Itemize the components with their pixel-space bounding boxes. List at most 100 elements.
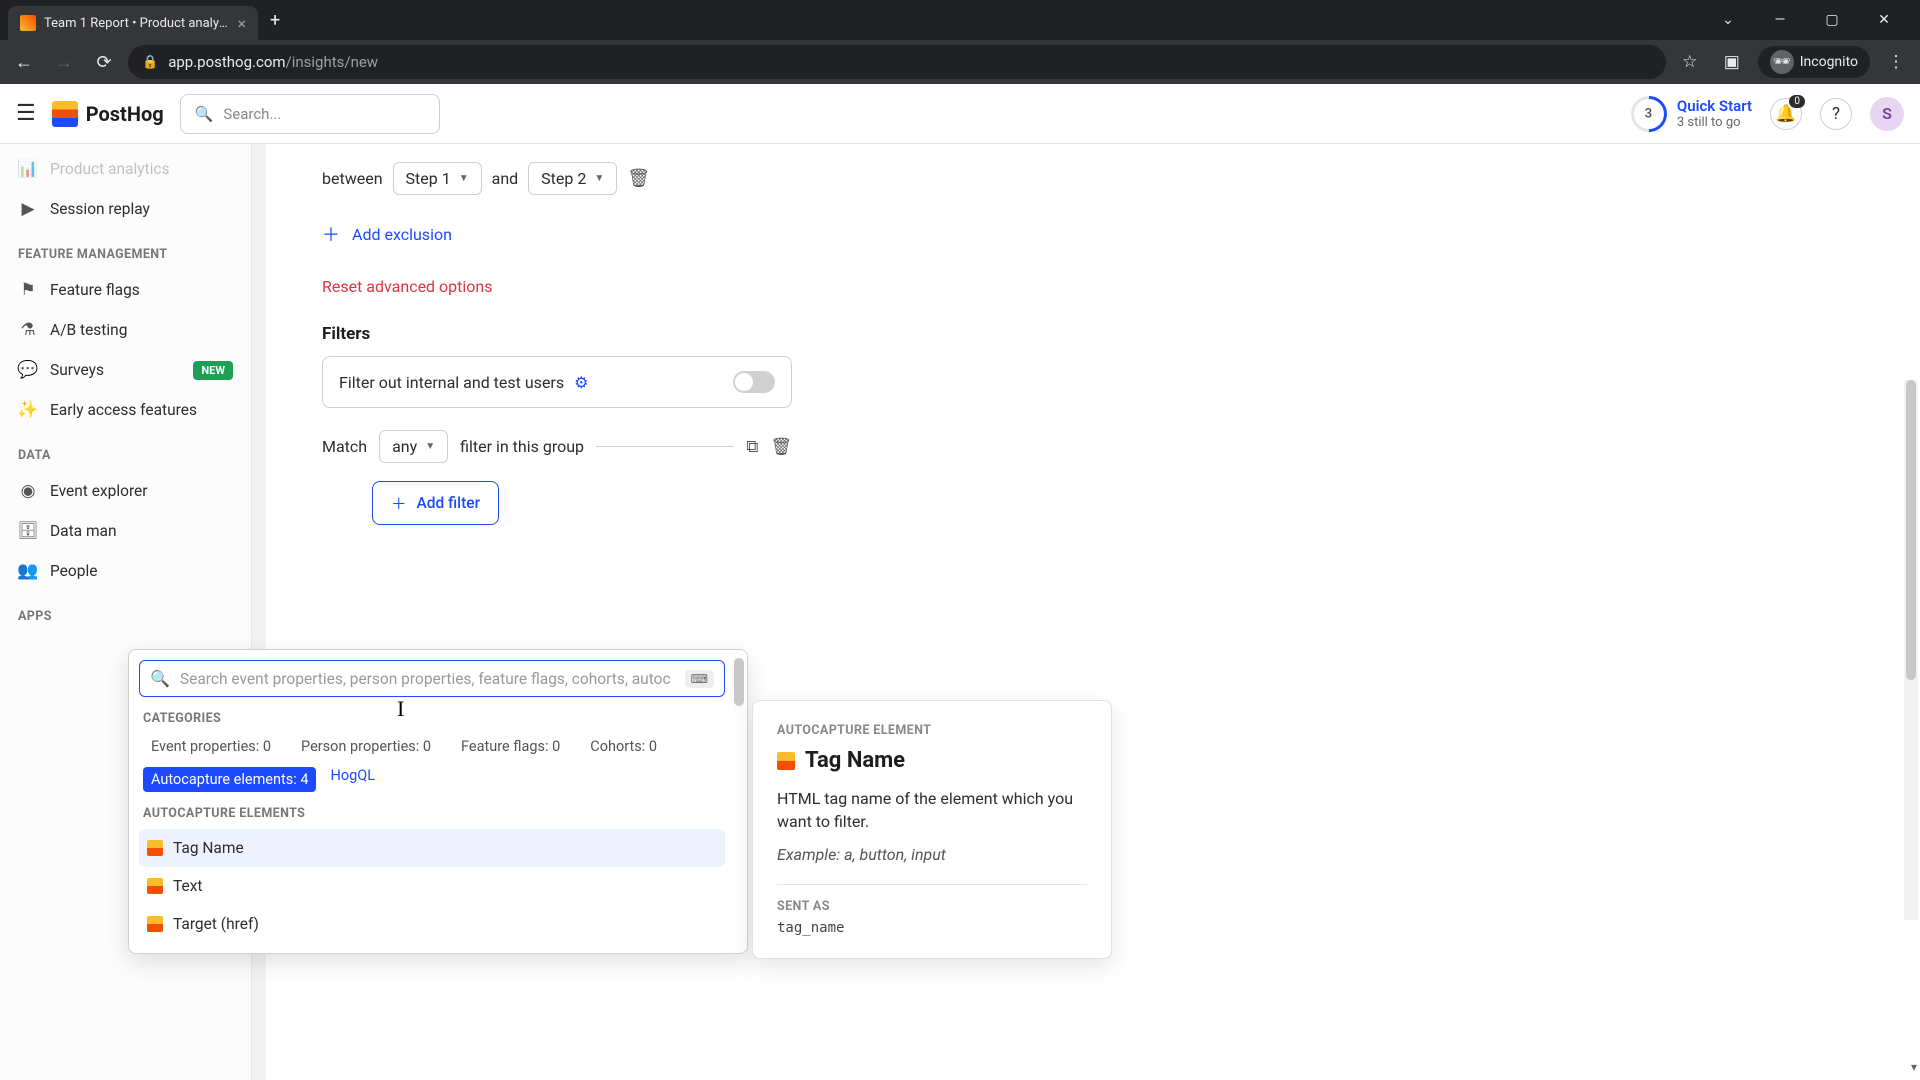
category-autocapture[interactable]: Autocapture elements: 4 [143, 767, 316, 792]
people-icon: 👥 [18, 561, 38, 581]
step-from-select[interactable]: Step 1 ▼ [393, 162, 482, 195]
plus-icon: ＋ [322, 221, 340, 247]
bookmark-icon[interactable]: ☆ [1674, 52, 1706, 72]
progress-ring-icon: 3 [1623, 88, 1674, 139]
reload-button[interactable]: ⟳ [88, 46, 120, 78]
element-tag-name[interactable]: Tag Name [139, 829, 725, 867]
property-search-input[interactable] [180, 670, 675, 688]
chevron-down-icon: ▼ [459, 173, 469, 184]
maximize-icon[interactable]: ▢ [1812, 12, 1852, 28]
quick-start[interactable]: 3 Quick Start 3 still to go [1631, 96, 1752, 132]
info-eyebrow: AUTOCAPTURE ELEMENT [777, 723, 1087, 738]
exclusion-row: between Step 1 ▼ and Step 2 ▼ 🗑 [322, 162, 792, 195]
favicon-icon [20, 15, 36, 31]
url-field[interactable]: 🔒 app.posthog.com/insights/new [128, 45, 1666, 79]
filters-heading: Filters [322, 324, 792, 344]
plus-icon: ＋ [391, 492, 407, 514]
copy-group-button[interactable]: ⧉ [746, 437, 758, 457]
close-window-icon[interactable]: ✕ [1864, 12, 1904, 28]
logo[interactable]: PostHog [52, 101, 164, 127]
search-placeholder: Search... [223, 105, 281, 123]
text-cursor-icon [401, 698, 402, 718]
add-filter-button[interactable]: ＋ Add filter [372, 481, 499, 525]
sidebar-item-surveys[interactable]: 💬 Surveys NEW [0, 350, 251, 390]
property-dropdown: 🔍 ⌨ CATEGORIES Event properties: 0 Perso… [128, 649, 748, 954]
element-target-href[interactable]: Target (href) [139, 905, 725, 943]
posthog-icon [147, 916, 163, 932]
hamburger-icon[interactable]: ☰ [16, 101, 36, 126]
notifications-button[interactable]: 🔔 0 [1770, 98, 1802, 130]
insight-editor: between Step 1 ▼ and Step 2 ▼ 🗑 ＋ Add ex… [322, 162, 792, 525]
filter-internal-label: Filter out internal and test users [339, 373, 564, 392]
sent-as-label: SENT AS [777, 899, 1087, 914]
chevron-down-icon: ▼ [425, 441, 435, 452]
category-feature-flags[interactable]: Feature flags: 0 [453, 734, 568, 759]
element-text[interactable]: Text [139, 867, 725, 905]
gear-icon[interactable]: ⚙ [574, 373, 588, 392]
search-icon: 🔍 [150, 669, 170, 688]
categories-heading: CATEGORIES [143, 711, 721, 726]
match-mode-select[interactable]: any ▼ [379, 430, 448, 463]
divider [777, 884, 1087, 885]
info-title: Tag Name [805, 748, 905, 773]
match-suffix: filter in this group [460, 437, 584, 456]
sidebar-item-data-management[interactable]: 🗄 Data man [0, 511, 251, 551]
sidebar-item-event-explorer[interactable]: ◉ Event explorer [0, 471, 251, 511]
posthog-icon [777, 752, 795, 770]
chevron-down-icon[interactable]: ⌄ [1708, 12, 1748, 28]
sidebar-item-ab-testing[interactable]: ⚗ A/B testing [0, 310, 251, 350]
quickstart-title: Quick Start [1677, 97, 1752, 115]
category-person-properties[interactable]: Person properties: 0 [293, 734, 439, 759]
sidebar-item-early-access[interactable]: ✨ Early access features [0, 390, 251, 430]
global-search[interactable]: 🔍 Search... [180, 94, 440, 134]
browser-tab[interactable]: Team 1 Report • Product analytic × [8, 6, 258, 40]
sidebar-item-product-analytics[interactable]: 📊 Product analytics [0, 148, 251, 189]
back-button[interactable]: ← [8, 46, 40, 78]
internal-users-filter: Filter out internal and test users ⚙ [322, 356, 792, 408]
quickstart-sub: 3 still to go [1677, 115, 1752, 130]
info-example: Example: a, button, input [777, 845, 1087, 864]
add-exclusion-button[interactable]: ＋ Add exclusion [322, 221, 792, 247]
page-scrollbar[interactable] [1904, 380, 1918, 920]
browser-chrome: Team 1 Report • Product analytic × + ⌄ ―… [0, 0, 1920, 84]
delete-exclusion-button[interactable]: 🗑 [627, 168, 650, 189]
sidebar-item-people[interactable]: 👥 People [0, 551, 251, 591]
property-info-panel: AUTOCAPTURE ELEMENT Tag Name HTML tag na… [752, 700, 1112, 959]
and-label: and [492, 169, 519, 188]
category-pills: Event properties: 0 Person properties: 0… [139, 734, 725, 792]
help-button[interactable]: ? [1820, 98, 1852, 130]
incognito-indicator[interactable]: 🕶 Incognito [1758, 46, 1870, 78]
lock-icon: 🔒 [142, 55, 158, 70]
user-avatar[interactable]: S [1870, 97, 1904, 131]
app-header: ☰ PostHog 🔍 Search... 3 Quick Start 3 st… [0, 84, 1920, 144]
extensions-icon[interactable]: ▣ [1716, 52, 1748, 72]
search-icon: 🔍 [195, 105, 214, 123]
chevron-down-icon[interactable]: ▾ [1911, 1060, 1917, 1074]
info-description: HTML tag name of the element which you w… [777, 787, 1087, 833]
dropdown-scrollbar[interactable] [734, 658, 744, 706]
category-event-properties[interactable]: Event properties: 0 [143, 734, 279, 759]
tab-title: Team 1 Report • Product analytic [44, 16, 229, 31]
address-bar: ← → ⟳ 🔒 app.posthog.com/insights/new ☆ ▣… [0, 40, 1920, 84]
step-to-select[interactable]: Step 2 ▼ [528, 162, 617, 195]
incognito-icon: 🕶 [1770, 50, 1794, 74]
sidebar-item-session-replay[interactable]: ▶ Session replay [0, 189, 251, 229]
new-badge: NEW [193, 361, 233, 380]
match-row: Match any ▼ filter in this group ⧉ 🗑 [322, 430, 792, 463]
minimize-icon[interactable]: ― [1760, 12, 1800, 28]
delete-group-button[interactable]: 🗑 [770, 437, 792, 457]
category-hogql[interactable]: HogQL [330, 767, 375, 792]
close-tab-icon[interactable]: × [237, 14, 246, 33]
kebab-menu-icon[interactable]: ⋮ [1880, 52, 1912, 72]
internal-users-toggle[interactable] [733, 371, 775, 393]
sparkle-icon: ✨ [18, 400, 38, 420]
new-tab-button[interactable]: + [258, 10, 292, 31]
category-cohorts[interactable]: Cohorts: 0 [582, 734, 665, 759]
chart-icon: 📊 [18, 159, 38, 179]
flag-icon: ⚑ [18, 280, 38, 300]
sidebar-item-feature-flags[interactable]: ⚑ Feature flags [0, 270, 251, 310]
property-search[interactable]: 🔍 ⌨ [139, 660, 725, 697]
reset-advanced-link[interactable]: Reset advanced options [322, 277, 493, 296]
sidebar-section-data: DATA [0, 430, 251, 471]
window-controls: ⌄ ― ▢ ✕ [1708, 12, 1912, 28]
